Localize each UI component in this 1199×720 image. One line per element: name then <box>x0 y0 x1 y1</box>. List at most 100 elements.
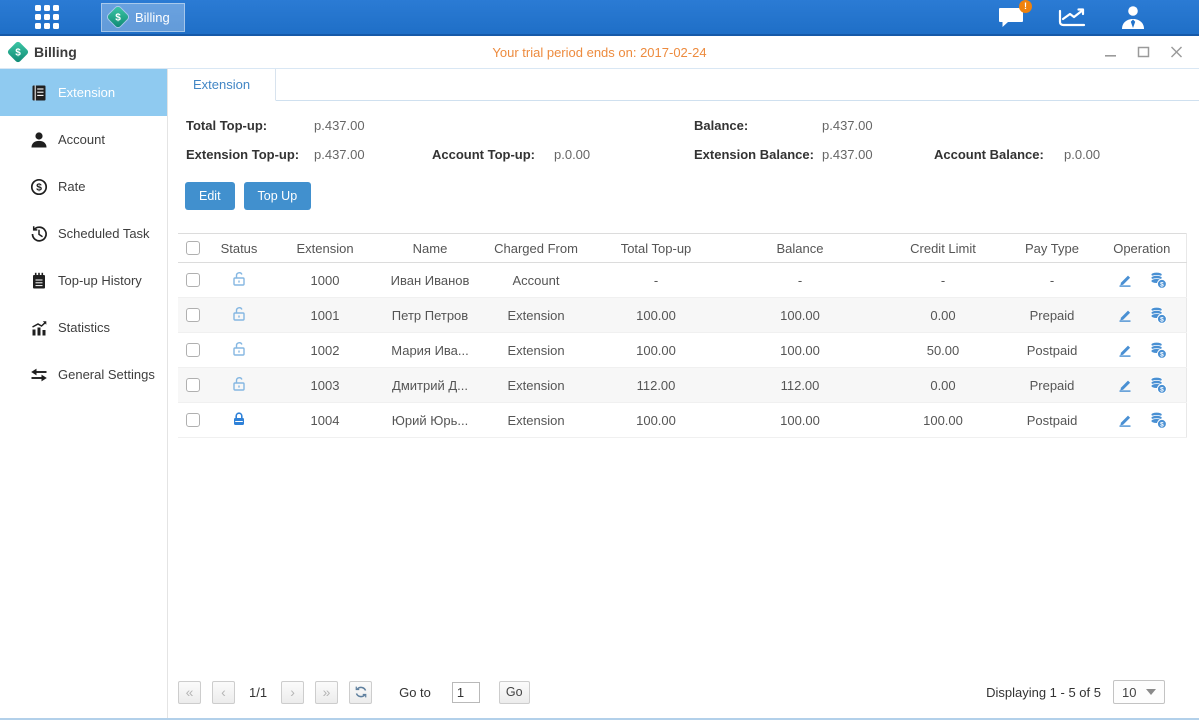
refresh-button[interactable] <box>349 681 372 704</box>
cell-charged-from: Account <box>480 263 592 298</box>
cell-balance: 100.00 <box>720 333 880 368</box>
status-unlocked-icon[interactable] <box>231 341 247 357</box>
table-header-row: Status Extension Name Charged From Total… <box>178 234 1186 263</box>
sidebar-item-label: Scheduled Task <box>58 226 150 241</box>
app-tab-billing[interactable]: $ Billing <box>101 3 185 32</box>
status-unlocked-icon[interactable] <box>231 306 247 322</box>
app-tab-label: Billing <box>135 10 170 25</box>
row-checkbox[interactable] <box>186 413 200 427</box>
top-up-coins-icon[interactable]: $ <box>1149 271 1167 289</box>
sidebar-item-extension[interactable]: Extension <box>0 69 167 116</box>
top-up-coins-icon[interactable]: $ <box>1149 341 1167 359</box>
row-checkbox[interactable] <box>186 343 200 357</box>
goto-page-input[interactable] <box>452 682 480 703</box>
first-page-button[interactable]: « <box>178 681 201 704</box>
cell-charged-from: Extension <box>480 298 592 333</box>
sidebar: Extension Account $ Rate <box>0 69 168 718</box>
sidebar-item-account[interactable]: Account <box>0 116 167 163</box>
account-balance-value: p.0.00 <box>1064 147 1186 162</box>
user-account-icon[interactable] <box>1119 4 1147 30</box>
col-operation: Operation <box>1098 234 1186 263</box>
sidebar-item-rate[interactable]: $ Rate <box>0 163 167 210</box>
extension-balance-value: p.437.00 <box>822 147 934 162</box>
trial-notice: Your trial period ends on: 2017-02-24 <box>0 45 1199 60</box>
page-size-dropdown[interactable]: 10 <box>1113 680 1165 704</box>
cell-credit-limit: 100.00 <box>880 403 1006 438</box>
cell-charged-from: Extension <box>480 403 592 438</box>
pagination-bar: « ‹ 1/1 › » Go to Go Displaying 1 <box>168 680 1199 718</box>
next-page-button[interactable]: › <box>281 681 304 704</box>
sidebar-item-label: Top-up History <box>58 273 142 288</box>
cell-total-topup: 112.00 <box>592 368 720 403</box>
account-topup-label: Account Top-up: <box>432 147 554 162</box>
cell-extension: 1002 <box>270 333 380 368</box>
edit-pencil-icon[interactable] <box>1117 307 1133 323</box>
table-row[interactable]: 1001 Петр Петров Extension 100.00 100.00… <box>178 298 1186 333</box>
main-content: Extension Total Top-up: p.437.00 Balance… <box>168 69 1199 718</box>
col-charged-from: Charged From <box>480 234 592 263</box>
status-unlocked-icon[interactable] <box>231 376 247 392</box>
tab-extension[interactable]: Extension <box>168 69 276 101</box>
statistics-trend-icon[interactable] <box>1057 5 1087 29</box>
cell-credit-limit: - <box>880 263 1006 298</box>
sidebar-item-general-settings[interactable]: General Settings <box>0 351 167 398</box>
extension-table: Status Extension Name Charged From Total… <box>178 233 1187 438</box>
edit-pencil-icon[interactable] <box>1117 342 1133 358</box>
prev-page-button[interactable]: ‹ <box>212 681 235 704</box>
top-up-button[interactable]: Top Up <box>244 182 312 210</box>
table-row[interactable]: 1003 Дмитрий Д... Extension 112.00 112.0… <box>178 368 1186 403</box>
sidebar-item-topup-history[interactable]: Top-up History <box>0 257 167 304</box>
cell-pay-type: Postpaid <box>1006 403 1098 438</box>
row-checkbox[interactable] <box>186 308 200 322</box>
scheduled-task-clock-icon <box>30 225 48 243</box>
sidebar-item-label: Statistics <box>58 320 110 335</box>
close-icon[interactable] <box>1170 46 1183 58</box>
edit-button[interactable]: Edit <box>185 182 235 210</box>
go-button[interactable]: Go <box>499 681 530 704</box>
statistics-chart-icon <box>30 319 48 337</box>
row-checkbox[interactable] <box>186 378 200 392</box>
total-topup-label: Total Top-up: <box>186 118 314 133</box>
cell-credit-limit: 50.00 <box>880 333 1006 368</box>
col-extension: Extension <box>270 234 380 263</box>
maximize-icon[interactable] <box>1137 46 1150 58</box>
cell-pay-type: Postpaid <box>1006 333 1098 368</box>
notifications-chat-icon[interactable]: ! <box>997 6 1025 28</box>
svg-text:$: $ <box>15 48 21 59</box>
svg-text:$: $ <box>1160 281 1164 288</box>
table-row[interactable]: 1000 Иван Иванов Account - - - - $ <box>178 263 1186 298</box>
app-launcher-grid-icon[interactable] <box>35 5 59 29</box>
row-checkbox[interactable] <box>186 273 200 287</box>
extension-book-icon <box>30 84 48 102</box>
top-up-coins-icon[interactable]: $ <box>1149 376 1167 394</box>
table-row[interactable]: 1004 Юрий Юрь... Extension 100.00 100.00… <box>178 403 1186 438</box>
edit-pencil-icon[interactable] <box>1117 272 1133 288</box>
sidebar-item-scheduled-task[interactable]: Scheduled Task <box>0 210 167 257</box>
sidebar-item-label: Extension <box>58 85 115 100</box>
extension-topup-label: Extension Top-up: <box>186 147 314 162</box>
goto-label: Go to <box>399 685 431 700</box>
table-row[interactable]: 1002 Мария Ива... Extension 100.00 100.0… <box>178 333 1186 368</box>
sidebar-item-statistics[interactable]: Statistics <box>0 304 167 351</box>
chevron-down-icon <box>1146 689 1156 695</box>
select-all-checkbox[interactable] <box>186 241 200 255</box>
minimize-icon[interactable] <box>1104 46 1117 58</box>
cell-extension: 1003 <box>270 368 380 403</box>
status-unlocked-icon[interactable] <box>231 271 247 287</box>
sidebar-item-label: Rate <box>58 179 85 194</box>
toolbar: Edit Top Up <box>178 182 1186 210</box>
window-controls <box>1104 46 1183 58</box>
cell-total-topup: 100.00 <box>592 403 720 438</box>
edit-pencil-icon[interactable] <box>1117 377 1133 393</box>
status-locked-icon[interactable] <box>231 411 247 427</box>
last-page-button[interactable]: » <box>315 681 338 704</box>
balance-value: p.437.00 <box>822 118 934 133</box>
top-up-coins-icon[interactable]: $ <box>1149 306 1167 324</box>
cell-balance: 100.00 <box>720 298 880 333</box>
edit-pencil-icon[interactable] <box>1117 412 1133 428</box>
cell-pay-type: - <box>1006 263 1098 298</box>
top-up-coins-icon[interactable]: $ <box>1149 411 1167 429</box>
cell-credit-limit: 0.00 <box>880 368 1006 403</box>
svg-text:$: $ <box>1160 386 1164 393</box>
top-system-bar: $ Billing ! <box>0 0 1199 36</box>
